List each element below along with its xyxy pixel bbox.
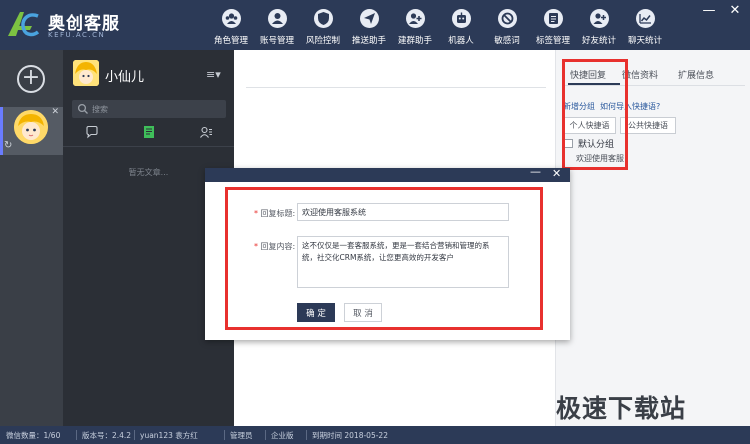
divider [76, 430, 77, 440]
quick-reply-panel: 快捷回复 微信资料 扩展信息 新增分组 如何导入快捷语? 个人快捷语 公共快捷语… [555, 50, 750, 426]
window-close-button[interactable]: ✕ [726, 2, 744, 20]
friends-stats-icon [590, 9, 609, 28]
app-logo [6, 8, 40, 40]
dialog-header: — ✕ [205, 165, 570, 182]
tab-contacts[interactable] [177, 123, 234, 143]
contacts-icon [199, 126, 212, 138]
nav-chat-stats[interactable]: 聊天统计 [622, 0, 668, 50]
app-subtitle: KEFU.AC.CN [48, 31, 106, 39]
title-field-label: * 回复标题: [254, 208, 295, 219]
selection-indicator [0, 107, 3, 155]
watermark: 极速下载站 [556, 394, 687, 423]
confirm-button[interactable]: 确 定 [297, 303, 335, 322]
content-label-text: 回复内容: [260, 242, 296, 251]
dialog-close-button[interactable]: ✕ [552, 167, 561, 180]
status-bar: 微信数量：1/60 版本号：2.4.2 yuan123 袁方红 管理员 企业版 … [0, 426, 750, 444]
user-name: 小仙儿 [105, 70, 145, 85]
reply-content-input[interactable]: 这不仅仅是一套客服系统，更是一套结合营销和管理的系统，社交化CRM系统，让您更高… [297, 236, 509, 288]
tab-articles[interactable] [120, 123, 177, 143]
status-edition: 企业版 [271, 431, 294, 440]
divider [134, 430, 135, 440]
cancel-button[interactable]: 取 消 [344, 303, 382, 322]
search-box[interactable] [72, 100, 226, 118]
reply-title-input[interactable] [297, 203, 509, 221]
quick-reply-edit-dialog: — ✕ * 回复标题: * 回复内容: 这不仅仅是一套客服系统，更是一套结合营销… [205, 165, 570, 340]
divider [246, 87, 546, 88]
divider [224, 430, 225, 440]
divider [265, 430, 266, 440]
divider [306, 430, 307, 440]
status-expiry: 到期时间 2018-05-22 [312, 431, 388, 440]
nav-label: 聊天统计 [627, 36, 662, 46]
status-version: 版本号：2.4.2 [82, 431, 132, 440]
chat-bubble-icon [85, 125, 98, 139]
window-minimize-button[interactable]: — [700, 2, 718, 20]
account-sidebar: + ✕ ↻ [0, 50, 63, 426]
status-wechat-count: 微信数量：1/60 [6, 431, 61, 440]
sync-icon[interactable]: ↻ [4, 140, 12, 151]
close-icon[interactable]: ✕ [51, 107, 59, 117]
shield-icon [314, 9, 333, 28]
status-user: yuan123 袁方红 [140, 431, 198, 440]
user-avatar [73, 60, 99, 86]
user-group-icon [222, 9, 241, 28]
status-role: 管理员 [230, 431, 253, 440]
account-icon [268, 9, 287, 28]
menu-icon[interactable]: ≡▾ [206, 68, 221, 81]
content-field-label: * 回复内容: [254, 241, 295, 252]
article-icon [143, 126, 154, 138]
robot-icon [452, 9, 471, 28]
account-card[interactable]: ✕ ↻ [0, 107, 63, 155]
search-icon [77, 103, 88, 114]
tag-icon [544, 9, 563, 28]
public-replies-button[interactable]: 公共快捷语 [620, 117, 676, 134]
send-icon [360, 9, 379, 28]
required-mark: * [254, 242, 258, 251]
forbidden-icon [498, 9, 517, 28]
group-add-icon [406, 9, 425, 28]
annotation-highlight-box [562, 59, 628, 170]
title-label-text: 回复标题: [260, 209, 296, 218]
tab-extended-info[interactable]: 扩展信息 [678, 68, 714, 81]
top-navigation-bar: 奥创客服 KEFU.AC.CN 角色管理 账号管理 风险控制 推送助手 建群助手 [0, 0, 750, 50]
required-mark: * [254, 209, 258, 218]
search-input[interactable] [92, 102, 220, 116]
account-avatar [14, 110, 48, 144]
dialog-minimize-button[interactable]: — [530, 165, 541, 178]
chat-stats-icon [636, 9, 655, 28]
divider [63, 146, 234, 147]
add-account-button[interactable]: + [17, 65, 45, 93]
tab-chats[interactable] [63, 123, 120, 143]
